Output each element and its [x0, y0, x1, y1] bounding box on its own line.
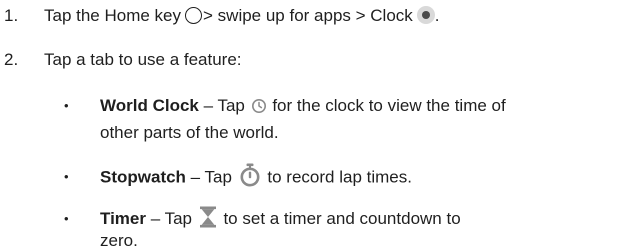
step-2: 2. Tap a tab to use a feature: — [4, 49, 604, 71]
stopwatch-icon — [240, 163, 260, 187]
step-2-text: Tap a tab to use a feature: — [44, 50, 242, 69]
bullet-stopwatch-text: Stopwatch – Tap to record lap times. — [100, 163, 412, 190]
bullet-world-clock: • World Clock – Tap for the clock to vie… — [0, 95, 628, 117]
bullet-timer-continuation: zero. — [100, 231, 138, 250]
clock-app-icon — [416, 5, 435, 24]
step-1-text-part-2: > swipe up for apps > Clock — [203, 6, 413, 25]
step-1-text: Tap the Home key > swipe up for apps > Cl… — [44, 5, 440, 27]
bullet-marker: • — [64, 211, 69, 226]
bullet-world-clock-text: World Clock – Tap for the clock to view … — [100, 95, 506, 117]
bullet-timer-text: Timer – Tap to set a timer and countdown… — [100, 206, 461, 231]
bullet-world-clock-continuation: other parts of the world. — [100, 123, 279, 142]
clock-instructions-page: { "steps": [ { "number": "1.", "text_bef… — [0, 0, 628, 250]
step-1-text-part-1: Tap the Home key — [44, 6, 182, 25]
bullet-timer: • Timer – Tap to set a timer and countdo… — [0, 206, 628, 231]
hourglass-icon — [199, 206, 216, 228]
step-1-number: 1. — [4, 6, 19, 25]
bullet-stopwatch-suffix: to record lap times. — [262, 167, 412, 187]
bullet-marker: • — [64, 98, 69, 113]
bullet-world-clock-title: World Clock — [100, 96, 199, 115]
bullet-timer-prefix: – Tap — [146, 209, 197, 228]
bullet-marker: • — [64, 169, 69, 184]
bullet-stopwatch-prefix: – Tap — [185, 167, 237, 187]
bullet-timer-suffix: to set a timer and countdown to — [218, 209, 461, 228]
step-2-number: 2. — [4, 50, 19, 69]
bullet-world-clock-suffix: for the clock to view the time of — [267, 96, 506, 115]
world-clock-icon — [251, 98, 266, 113]
bullet-timer-title: Timer — [100, 209, 146, 228]
bullet-stopwatch-title: Stopwatch — [100, 167, 186, 187]
home-key-icon — [185, 7, 203, 25]
bullet-world-clock-prefix: – Tap — [198, 96, 250, 115]
step-1: 1. Tap the Home key > swipe up for apps >… — [4, 5, 604, 27]
step-1-text-end: . — [434, 6, 440, 25]
bullet-stopwatch: • Stopwatch – Tap to record lap times. — [0, 163, 628, 190]
